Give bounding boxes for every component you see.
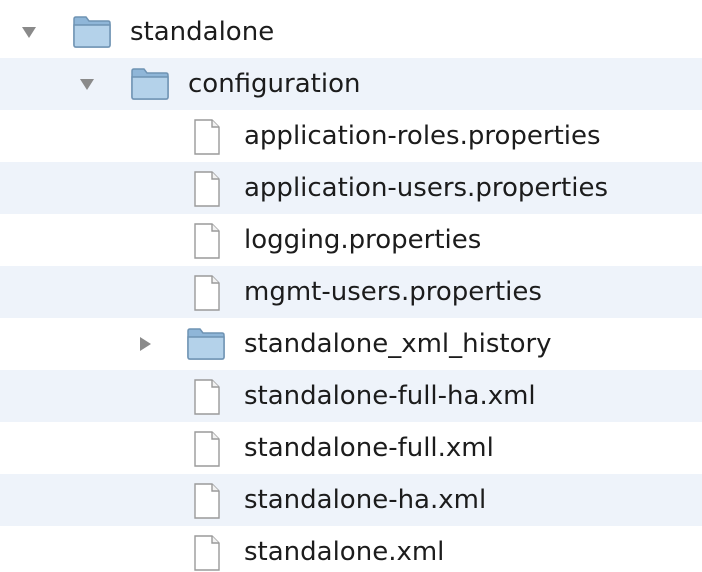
disclosure-triangle-collapsed-icon[interactable] xyxy=(136,335,154,353)
tree-item-label: standalone-full.xml xyxy=(244,433,494,463)
tree-row-standalone[interactable]: standalone xyxy=(0,6,702,58)
tree-row-file[interactable]: mgmt-users.properties xyxy=(0,266,702,318)
tree-row-file[interactable]: standalone-full.xml xyxy=(0,422,702,474)
folder-icon xyxy=(131,68,169,100)
tree-row-file[interactable]: application-roles.properties xyxy=(0,110,702,162)
tree-item-label: standalone.xml xyxy=(244,537,445,567)
tree-item-label: application-users.properties xyxy=(244,173,608,203)
tree-item-label: standalone_xml_history xyxy=(244,329,552,359)
document-icon xyxy=(194,171,220,207)
document-icon xyxy=(194,379,220,415)
document-icon xyxy=(194,535,220,571)
disclosure-triangle-expanded-icon[interactable] xyxy=(20,23,38,41)
document-icon xyxy=(194,119,220,155)
document-icon xyxy=(194,431,220,467)
document-icon xyxy=(194,483,220,519)
document-icon xyxy=(194,275,220,311)
folder-icon xyxy=(187,328,225,360)
folder-icon xyxy=(73,16,111,48)
tree-row-file[interactable]: standalone-full-ha.xml xyxy=(0,370,702,422)
document-icon xyxy=(194,223,220,259)
tree-item-label: standalone-ha.xml xyxy=(244,485,487,515)
tree-item-label: standalone-full-ha.xml xyxy=(244,381,536,411)
tree-item-label: configuration xyxy=(188,69,361,99)
tree-row-file[interactable]: application-users.properties xyxy=(0,162,702,214)
tree-row-file[interactable]: standalone.xml xyxy=(0,526,702,571)
tree-row-file[interactable]: logging.properties xyxy=(0,214,702,266)
tree-item-label: logging.properties xyxy=(244,225,482,255)
tree-item-label: mgmt-users.properties xyxy=(244,277,542,307)
tree-item-label: application-roles.properties xyxy=(244,121,601,151)
tree-row-file[interactable]: standalone-ha.xml xyxy=(0,474,702,526)
tree-item-label: standalone xyxy=(130,17,275,47)
disclosure-triangle-expanded-icon[interactable] xyxy=(78,75,96,93)
tree-row-standalone-xml-history[interactable]: standalone_xml_history xyxy=(0,318,702,370)
file-tree: standalone configuration application-rol… xyxy=(0,0,702,571)
tree-row-configuration[interactable]: configuration xyxy=(0,58,702,110)
